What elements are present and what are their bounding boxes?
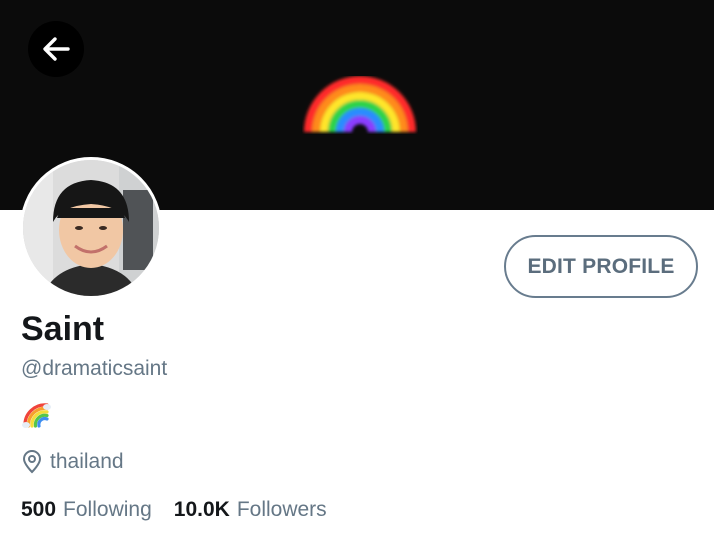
following-stat[interactable]: 500 Following [21,496,152,524]
followers-label: Followers [236,498,327,521]
user-handle: @dramaticsaint [21,357,168,380]
back-arrow-icon [43,37,70,61]
avatar-photo [23,160,159,296]
followers-count: 10.0K [173,498,230,521]
profile-avatar[interactable] [20,157,162,299]
follow-stats: 500 Following 10.0K Followers [21,496,349,524]
profile-location: thailand [22,448,124,476]
location-pin-icon [22,450,42,474]
profile-screen: EDIT PROFILE Saint @dramaticsaint thaila… [0,0,714,544]
back-button[interactable] [28,21,84,77]
edit-profile-button[interactable]: EDIT PROFILE [504,235,698,298]
location-text: thailand [50,450,124,473]
bio-rainbow-emoji [22,403,51,428]
display-name: Saint [21,310,105,348]
following-count: 500 [21,498,57,521]
banner-rainbow-image [304,76,416,133]
following-label: Following [63,498,152,521]
followers-stat[interactable]: 10.0K Followers [174,496,327,524]
